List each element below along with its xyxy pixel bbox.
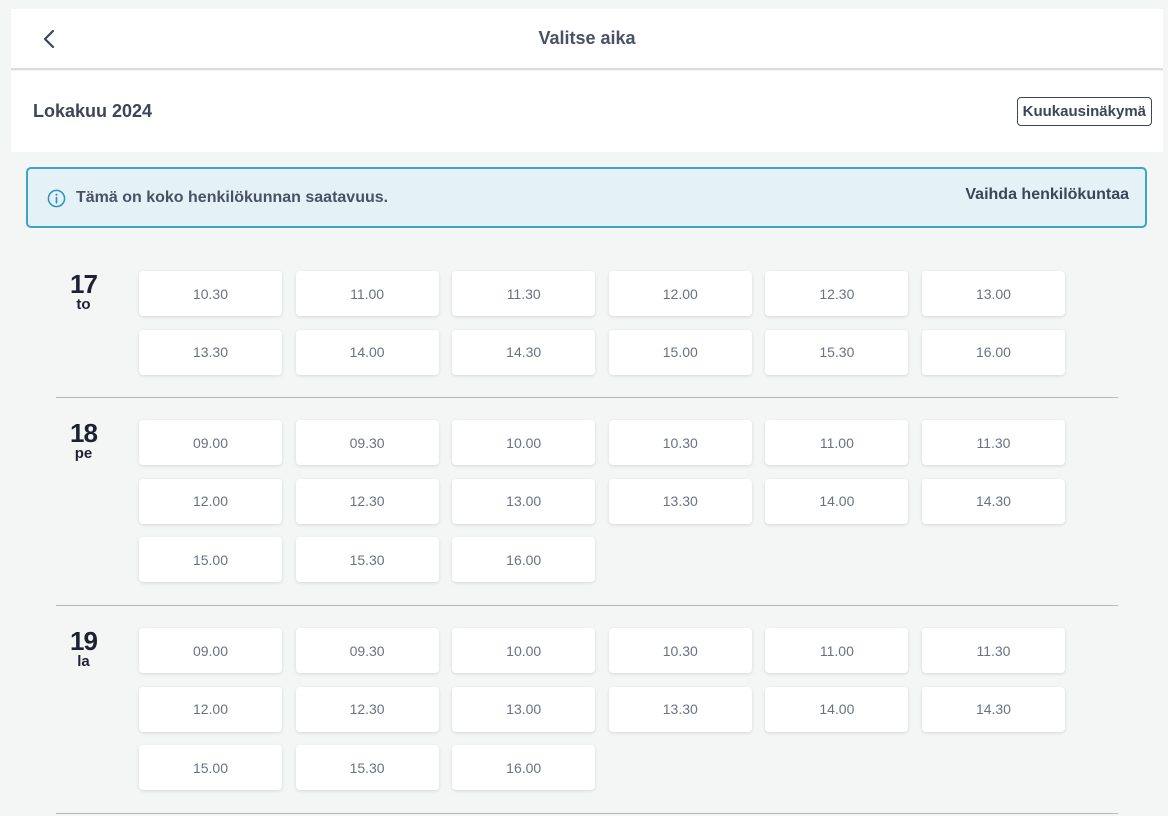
time-slot[interactable]: 12.00: [608, 271, 752, 316]
time-slot[interactable]: 09.30: [295, 628, 439, 673]
month-view-button[interactable]: Kuukausinäkymä: [1016, 97, 1152, 126]
day-weekday: to: [76, 296, 91, 313]
time-slot[interactable]: 11.00: [765, 628, 909, 673]
header-bar: Valitse aika: [11, 9, 1163, 70]
day-label: 17 to: [56, 271, 111, 313]
time-slot[interactable]: 15.30: [295, 537, 439, 582]
month-title: Lokakuu 2024: [33, 101, 153, 121]
time-slot[interactable]: 13.30: [608, 478, 752, 524]
time-slot[interactable]: 16.00: [452, 537, 596, 582]
month-bar: Lokakuu 2024 Kuukausinäkymä: [11, 71, 1163, 152]
day-divider: [56, 813, 1118, 814]
day-number: 17: [70, 269, 98, 299]
time-slot[interactable]: 10.30: [139, 271, 282, 316]
time-slot[interactable]: 10.00: [452, 420, 596, 465]
time-slot[interactable]: 14.00: [765, 686, 909, 732]
day-weekday: la: [77, 653, 90, 670]
time-slot[interactable]: 12.30: [295, 686, 439, 732]
time-slot[interactable]: 10.00: [452, 628, 596, 673]
time-slot[interactable]: 16.00: [452, 745, 596, 790]
day-weekday: pe: [74, 445, 93, 462]
day-divider: [56, 605, 1118, 606]
time-slot[interactable]: 13.00: [921, 271, 1065, 316]
time-slot[interactable]: 13.00: [452, 478, 596, 524]
day-number: 19: [70, 626, 98, 656]
info-banner: Tämä on koko henkilökunnan saatavuus. Va…: [26, 167, 1147, 228]
time-slot[interactable]: 12.00: [139, 478, 282, 524]
day-divider: [56, 397, 1118, 398]
time-slot[interactable]: 15.30: [295, 745, 439, 790]
time-slot[interactable]: 11.00: [295, 271, 439, 316]
time-slot[interactable]: 13.30: [139, 329, 282, 375]
time-slot[interactable]: 15.00: [139, 745, 282, 790]
info-text: Tämä on koko henkilökunnan saatavuus.: [76, 189, 389, 206]
time-slot[interactable]: 09.00: [139, 420, 282, 465]
time-slot[interactable]: 13.00: [452, 686, 596, 732]
time-slot[interactable]: 15.00: [139, 537, 282, 582]
time-slot[interactable]: 11.00: [765, 420, 909, 465]
time-slot[interactable]: 16.00: [921, 329, 1065, 375]
day-label: 18 pe: [56, 420, 111, 462]
time-slot-grid: 10.30 11.00 11.30 12.00 12.30 13.00 13.3…: [139, 271, 1079, 375]
time-slot[interactable]: 11.30: [452, 271, 596, 316]
time-slot[interactable]: 14.30: [921, 686, 1065, 732]
time-slot[interactable]: 12.30: [765, 271, 909, 316]
time-slot[interactable]: 15.30: [765, 329, 909, 375]
change-staff-link[interactable]: Vaihda henkilökuntaa: [965, 186, 1129, 204]
time-slot[interactable]: 10.30: [608, 628, 752, 673]
time-slot[interactable]: 14.00: [295, 329, 439, 375]
time-slot[interactable]: 14.30: [452, 329, 596, 375]
day-label: 19 la: [56, 628, 111, 670]
time-slot[interactable]: 11.30: [921, 628, 1065, 673]
info-circle-icon: [47, 189, 66, 208]
time-slot[interactable]: 15.00: [608, 329, 752, 375]
time-slot[interactable]: 11.30: [921, 420, 1065, 465]
time-slot[interactable]: 13.30: [608, 686, 752, 732]
time-slot[interactable]: 12.30: [295, 478, 439, 524]
time-slot[interactable]: 12.00: [139, 686, 282, 732]
time-slot[interactable]: 09.00: [139, 628, 282, 673]
time-slot-grid: 09.00 09.30 10.00 10.30 11.00 11.30 12.0…: [139, 420, 1079, 582]
time-slot[interactable]: 09.30: [295, 420, 439, 465]
time-slot[interactable]: 10.30: [608, 420, 752, 465]
day-number: 18: [70, 418, 98, 448]
time-slot-grid: 09.00 09.30 10.00 10.30 11.00 11.30 12.0…: [139, 628, 1079, 790]
time-slot[interactable]: 14.00: [765, 478, 909, 524]
time-slot[interactable]: 14.30: [921, 478, 1065, 524]
page-title: Valitse aika: [538, 28, 636, 48]
